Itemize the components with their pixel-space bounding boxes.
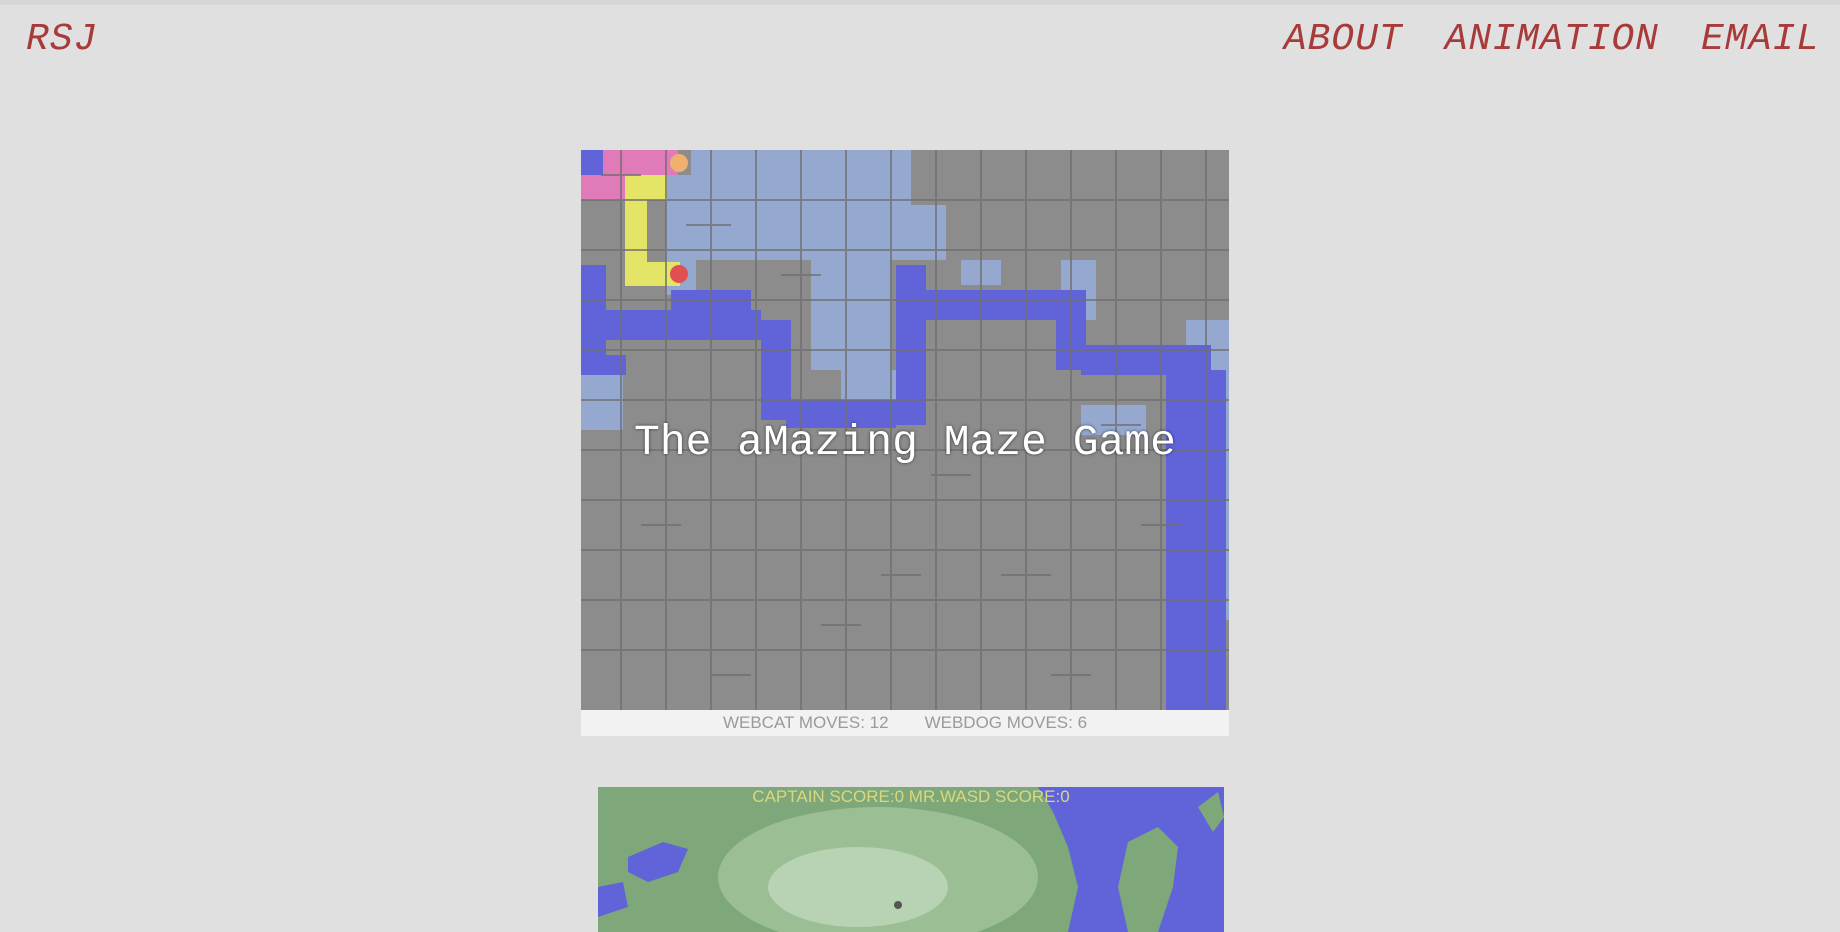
nav-about-link[interactable]: ABOUT <box>1284 18 1403 61</box>
webdog-moves: WEBDOG MOVES: 6 <box>924 713 1088 732</box>
maze-game-title: The aMazing Maze Game <box>634 418 1176 467</box>
webcat-moves: WEBCAT MOVES: 12 <box>722 713 889 732</box>
island-game-card[interactable]: CAPTAIN SCORE:0 MR.WASD SCORE:0 <box>598 787 1224 932</box>
maze-game-card[interactable]: The aMazing Maze Game WEBCAT MOVES: 12 W… <box>581 150 1229 736</box>
nav-animation-link[interactable]: ANIMATION <box>1445 18 1659 61</box>
island-map <box>598 787 1224 932</box>
island-score: CAPTAIN SCORE:0 MR.WASD SCORE:0 <box>752 787 1070 806</box>
site-logo[interactable]: RSJ <box>26 18 97 61</box>
main-nav: ABOUT ANIMATION EMAIL <box>1284 18 1820 61</box>
top-border <box>0 0 1840 5</box>
nav-email-link[interactable]: EMAIL <box>1701 18 1820 61</box>
maze-status-bar: WEBCAT MOVES: 12 WEBDOG MOVES: 6 <box>581 710 1229 736</box>
